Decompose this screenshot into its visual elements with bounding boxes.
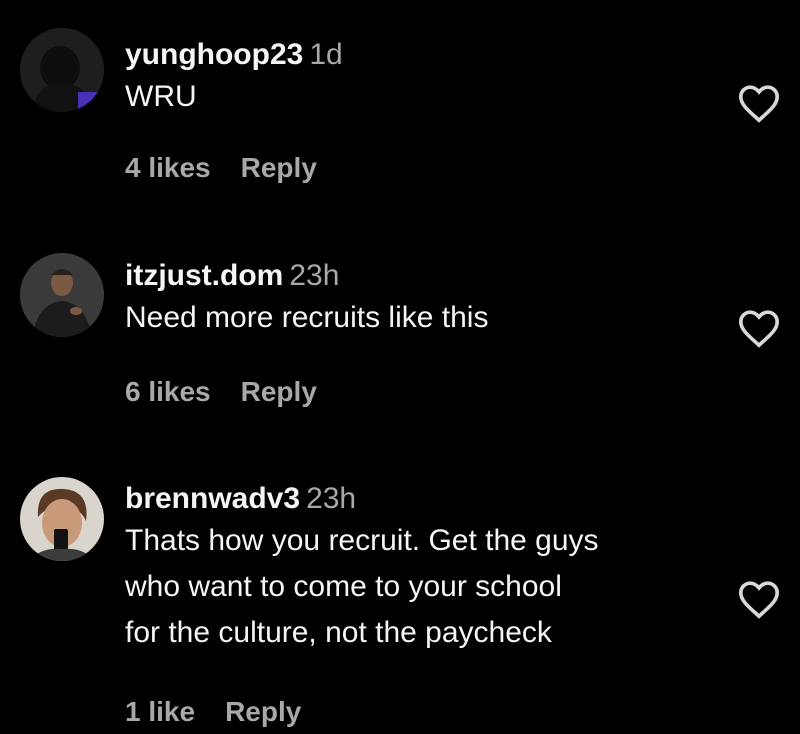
comment-item: brennwadv3 23h Thats how you recruit. Get… — [0, 460, 800, 734]
heart-outline-icon[interactable] — [737, 579, 781, 619]
comment-timestamp[interactable]: 23h — [289, 259, 339, 292]
comment-thread: yunghoop23 1d WRU 4 likes Reply itzjust.do… — [0, 0, 800, 734]
comment-text: WRU — [125, 80, 197, 113]
comment-item: yunghoop23 1d WRU 4 likes Reply — [0, 0, 800, 220]
comment-timestamp[interactable]: 1d — [309, 38, 342, 71]
comment-likes-count[interactable]: 1 like — [125, 696, 195, 727]
comment-likes-count[interactable]: 4 likes — [125, 152, 211, 183]
comment-timestamp[interactable]: 23h — [306, 482, 356, 515]
reply-button[interactable]: Reply — [225, 696, 301, 727]
reply-button[interactable]: Reply — [241, 376, 317, 407]
heart-outline-icon[interactable] — [737, 308, 781, 348]
comment-username[interactable]: yunghoop23 — [125, 38, 303, 71]
comment-likes-count[interactable]: 6 likes — [125, 376, 211, 407]
comment-username[interactable]: itzjust.dom — [125, 259, 283, 292]
avatar[interactable] — [20, 28, 104, 112]
comment-username[interactable]: brennwadv3 — [125, 482, 300, 515]
reply-button[interactable]: Reply — [241, 152, 317, 183]
heart-outline-icon[interactable] — [737, 83, 781, 123]
avatar[interactable] — [20, 477, 104, 561]
avatar[interactable] — [20, 253, 104, 337]
comment-text: Need more recruits like this — [125, 301, 489, 334]
comment-text: Thats how you recruit. Get the guys who … — [125, 524, 599, 649]
comment-item: itzjust.dom 23h Need more recruits like t… — [0, 220, 800, 460]
